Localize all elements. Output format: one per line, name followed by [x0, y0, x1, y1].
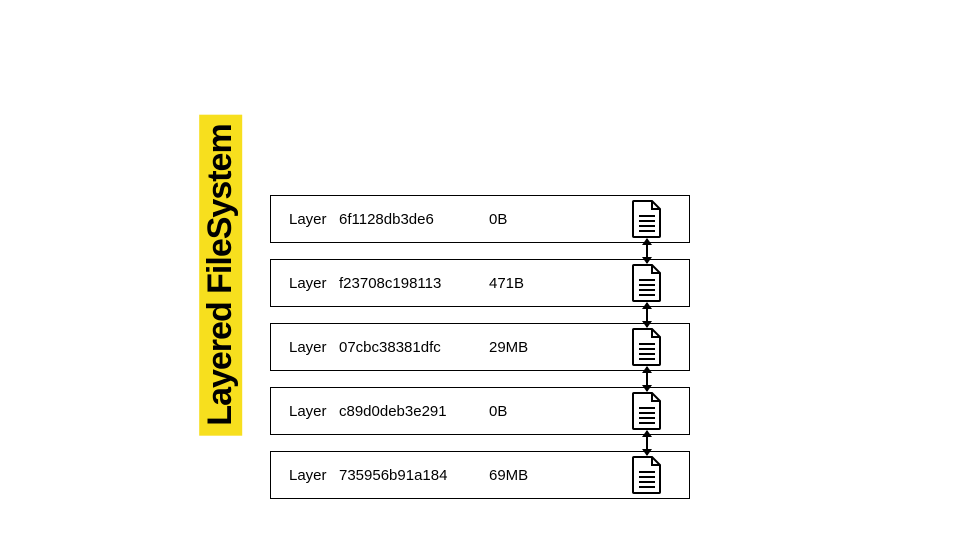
layer-word: Layer [289, 339, 339, 356]
file-icon [631, 264, 663, 302]
layer-connector [646, 431, 648, 455]
layer-word: Layer [289, 275, 339, 292]
layer-size: 69MB [489, 467, 559, 484]
layer-row: Layer f23708c198113 471B [270, 259, 690, 307]
diagram-title: Layered FileSystem [199, 114, 242, 435]
arrow-down-icon [642, 385, 652, 392]
layer-hash: c89d0deb3e291 [339, 403, 489, 420]
layer-word: Layer [289, 467, 339, 484]
arrow-down-icon [642, 321, 652, 328]
arrow-up-icon [642, 302, 652, 309]
layer-connector [646, 303, 648, 327]
layer-hash: f23708c198113 [339, 275, 489, 292]
file-icon [631, 392, 663, 430]
file-icon [631, 200, 663, 238]
layer-size: 0B [489, 403, 559, 420]
layer-size: 471B [489, 275, 559, 292]
arrow-down-icon [642, 449, 652, 456]
layer-hash: 07cbc38381dfc [339, 339, 489, 356]
arrow-down-icon [642, 257, 652, 264]
arrow-up-icon [642, 366, 652, 373]
layer-hash: 735956b91a184 [339, 467, 489, 484]
layer-stack: Layer 6f1128db3de6 0B Layer f23708c19811… [270, 195, 690, 515]
layer-hash: 6f1128db3de6 [339, 211, 489, 228]
arrow-up-icon [642, 238, 652, 245]
layer-row: Layer 735956b91a184 69MB [270, 451, 690, 499]
layer-size: 0B [489, 211, 559, 228]
file-icon [631, 328, 663, 366]
layer-row: Layer 6f1128db3de6 0B [270, 195, 690, 243]
layer-word: Layer [289, 211, 339, 228]
arrow-up-icon [642, 430, 652, 437]
layer-connector [646, 367, 648, 391]
file-icon [631, 456, 663, 494]
layer-row: Layer c89d0deb3e291 0B [270, 387, 690, 435]
layer-connector [646, 239, 648, 263]
layer-row: Layer 07cbc38381dfc 29MB [270, 323, 690, 371]
layer-word: Layer [289, 403, 339, 420]
layer-size: 29MB [489, 339, 559, 356]
